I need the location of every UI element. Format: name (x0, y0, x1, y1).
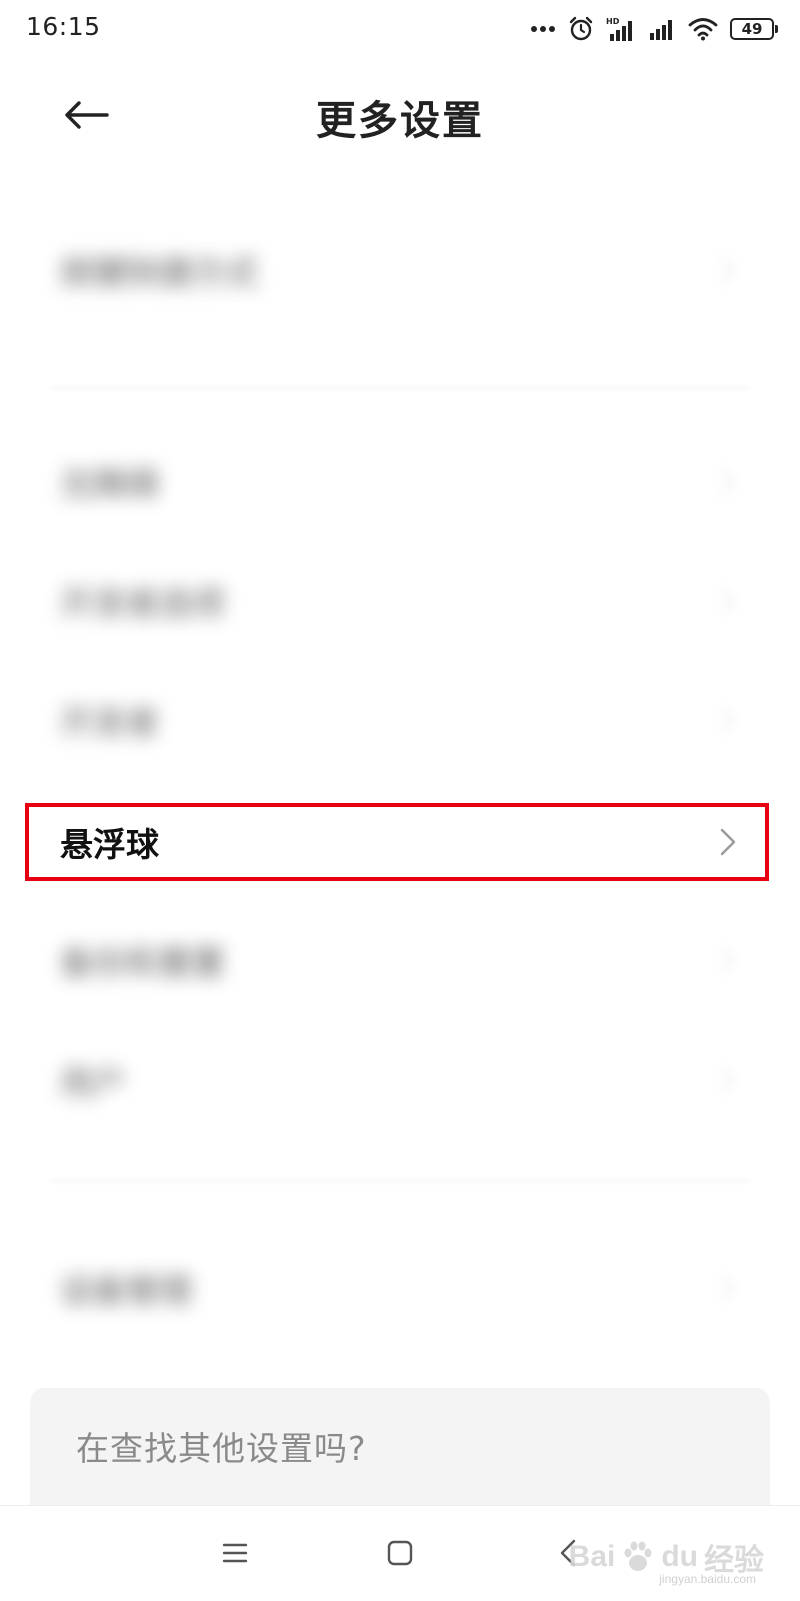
search-other-settings-card[interactable]: 在查找其他设置吗? (30, 1388, 770, 1508)
list-item-6[interactable]: 用户 (0, 1032, 800, 1128)
status-time: 16:15 (26, 12, 101, 41)
chevron-right-icon (720, 1274, 736, 1302)
list-item-label: 设备管理 (60, 1271, 192, 1310)
paw-logo-icon (624, 1541, 652, 1571)
list-item-2[interactable]: 开发者选项 (0, 553, 800, 649)
chevron-right-icon (720, 706, 736, 734)
list-item-label: 无障碍 (60, 465, 159, 504)
chevron-right-icon (720, 468, 736, 496)
header: 更多设置 (0, 70, 800, 160)
chevron-right-icon (720, 828, 736, 856)
list-item-label: 备份和重置 (60, 943, 225, 982)
list-item-label: 按键快捷方式 (60, 253, 258, 292)
list-item-1[interactable]: 无障碍 (0, 434, 800, 530)
page-title: 更多设置 (316, 98, 484, 144)
section-divider (50, 387, 750, 389)
chevron-right-icon (720, 946, 736, 974)
status-bar: 16:15 HD 49 (0, 0, 800, 56)
battery-level: 49 (741, 20, 763, 38)
home-icon (387, 1540, 413, 1566)
home-button[interactable] (372, 1528, 428, 1578)
list-item-label: 开发者 (60, 703, 159, 742)
watermark-brand: Bai (568, 1540, 616, 1573)
menu-icon (222, 1543, 248, 1563)
signal-icon (650, 20, 672, 40)
list-item-7[interactable]: 设备管理 (0, 1240, 800, 1336)
list-item-label: 悬浮球 (60, 825, 159, 864)
watermark-url: jingyan.baidu.com (659, 1572, 756, 1586)
svg-text:HD: HD (606, 17, 620, 26)
list-item-label: 开发者选项 (60, 584, 225, 623)
hd-signal-icon: HD (606, 17, 632, 41)
watermark-brand2: du (661, 1540, 698, 1573)
battery-icon: 49 (730, 18, 778, 40)
list-item-3[interactable]: 开发者 (0, 672, 800, 768)
chevron-right-icon (720, 256, 736, 284)
search-card-text: 在查找其他设置吗? (76, 1429, 367, 1468)
status-icons: HD 49 (530, 14, 778, 44)
chevron-right-icon (720, 587, 736, 615)
list-item-0[interactable]: 按键快捷方式 (0, 222, 800, 318)
list-item-floating-ball[interactable]: 悬浮球 (0, 794, 800, 890)
section-divider (50, 1180, 750, 1182)
chevron-right-icon (720, 1066, 736, 1094)
menu-button[interactable] (207, 1528, 263, 1578)
list-item-label: 用户 (60, 1063, 126, 1102)
wifi-icon (688, 18, 718, 41)
more-dots-icon (531, 26, 555, 32)
alarm-icon (569, 16, 593, 41)
list-item-5[interactable]: 备份和重置 (0, 912, 800, 1008)
